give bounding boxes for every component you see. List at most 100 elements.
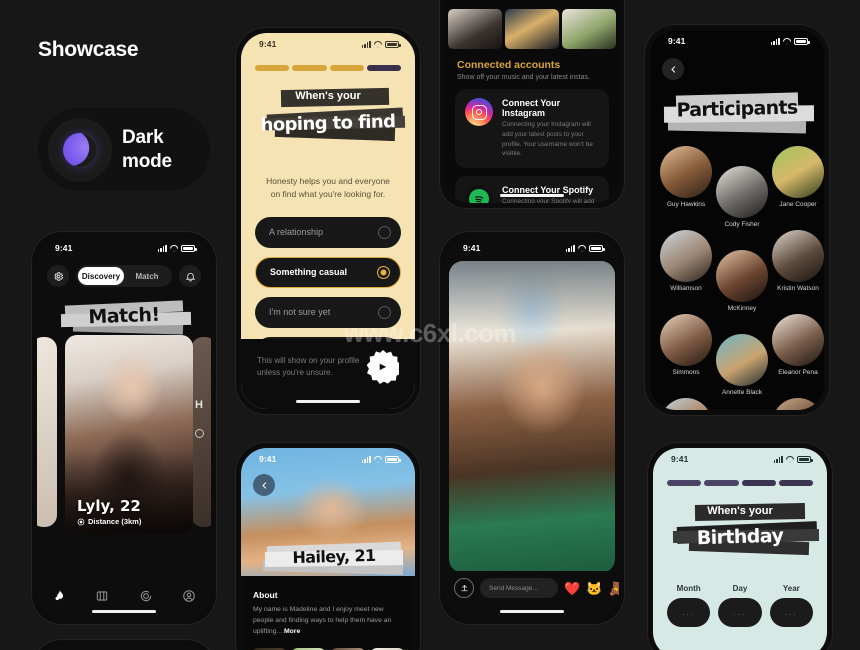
participant-name: Eleanor Pena bbox=[778, 369, 818, 376]
photo-thumb[interactable] bbox=[448, 9, 502, 49]
option-not-sure-yet[interactable]: I'm not sure yet bbox=[255, 296, 401, 328]
status-bar: 9:41 bbox=[241, 448, 415, 470]
cellular-bars-icon bbox=[361, 455, 371, 463]
avatar bbox=[660, 230, 712, 282]
phone-connected-accounts: Connected accounts Show off your music a… bbox=[440, 0, 624, 208]
participant-item[interactable]: Jane Cooper bbox=[772, 146, 824, 228]
back-button[interactable] bbox=[253, 474, 275, 496]
status-time: 9:41 bbox=[259, 39, 277, 49]
participant-name: Guy Hawkins bbox=[666, 201, 706, 208]
about-label: About bbox=[253, 590, 278, 600]
match-tabs[interactable]: Discovery Match bbox=[76, 265, 172, 287]
participant-item[interactable]: Eleanor Pena bbox=[772, 314, 824, 396]
photo-gallery[interactable] bbox=[241, 638, 415, 650]
cellular-bars-icon bbox=[157, 244, 167, 252]
gear-icon[interactable] bbox=[47, 265, 69, 287]
profile-card[interactable]: Lyly, 22 Distance (3km) bbox=[65, 335, 193, 533]
participant-item[interactable]: Cody Fisher bbox=[716, 166, 768, 228]
participant-item[interactable]: Guy Hawkins bbox=[660, 146, 712, 228]
avatar bbox=[772, 146, 824, 198]
participant-name: Jane Cooper bbox=[779, 201, 817, 208]
bottom-nav[interactable] bbox=[37, 581, 211, 619]
battery-full-icon bbox=[385, 40, 401, 48]
participant-item[interactable]: Williamson bbox=[660, 230, 712, 312]
option-something-casual[interactable]: Something casual bbox=[255, 256, 401, 288]
status-time: 9:41 bbox=[671, 454, 689, 464]
field-day[interactable]: Day ... bbox=[718, 584, 762, 627]
participant-name: Kristin Watson bbox=[777, 285, 819, 292]
about-more-link[interactable]: More bbox=[284, 628, 300, 635]
field-month[interactable]: Month ... bbox=[667, 584, 711, 627]
headline-block: When's your Birthday bbox=[653, 502, 827, 570]
dark-mode-toggle[interactable]: Dark mode bbox=[38, 108, 210, 191]
headline-small: When's your bbox=[707, 505, 773, 517]
participant-item[interactable]: McKinney bbox=[716, 250, 768, 312]
tab-discovery[interactable]: Discovery bbox=[78, 267, 124, 285]
cards-icon[interactable] bbox=[95, 589, 109, 603]
dark-mode-label-line2: mode bbox=[122, 150, 172, 172]
section-subtitle: Show off your music and your latest inst… bbox=[457, 74, 590, 81]
send-message-input[interactable]: Send Message... bbox=[480, 578, 558, 598]
participant-item[interactable]: Kristin Watson bbox=[772, 230, 824, 312]
birthday-fields[interactable]: Month ... Day ... Year ... bbox=[653, 584, 827, 627]
participants-headline-block: Participants bbox=[650, 90, 824, 140]
next-card-peek[interactable]: H bbox=[191, 337, 211, 527]
cellular-bars-icon bbox=[770, 37, 780, 45]
participant-item[interactable] bbox=[660, 398, 712, 410]
avatar bbox=[772, 230, 824, 282]
photo-thumb[interactable] bbox=[505, 9, 559, 49]
connect-instagram-card[interactable]: Connect Your Instagram Connecting your I… bbox=[455, 89, 609, 168]
headline-block: When's your hoping to find bbox=[241, 87, 415, 159]
participant-name: Cody Fisher bbox=[724, 221, 760, 228]
about-text: My name is Madeline and I enjoy meet new… bbox=[253, 605, 403, 638]
flame-icon[interactable] bbox=[52, 589, 66, 603]
avatar bbox=[660, 146, 712, 198]
option-a-relationship[interactable]: A relationship bbox=[255, 216, 401, 248]
reaction-heart[interactable]: ❤️ bbox=[564, 582, 580, 595]
profile-hero: 9:41 Hailey, 21 bbox=[241, 448, 415, 576]
progress-bar bbox=[653, 480, 827, 486]
tab-match[interactable]: Match bbox=[124, 267, 170, 285]
battery-full-icon bbox=[797, 455, 813, 463]
bell-icon[interactable] bbox=[179, 265, 201, 287]
story-viewport[interactable]: Anna 12h ago bbox=[449, 261, 615, 573]
instagram-icon bbox=[465, 98, 493, 126]
connect-spotify-card[interactable]: Connect Your Spotify Connecting your Spo… bbox=[455, 176, 609, 203]
participants-grid[interactable]: Guy Hawkins Cody Fisher Jane Cooper Will… bbox=[650, 140, 824, 410]
profile-distance: Distance (3km) bbox=[77, 517, 141, 526]
status-time: 9:41 bbox=[259, 454, 277, 464]
photo-strip[interactable] bbox=[445, 9, 619, 49]
share-up-icon[interactable] bbox=[454, 578, 474, 598]
avatar bbox=[716, 334, 768, 386]
page-title: Showcase bbox=[38, 38, 139, 61]
headline-small: When's your bbox=[295, 90, 361, 102]
status-bar: 9:41 bbox=[37, 237, 211, 259]
month-input[interactable]: ... bbox=[667, 598, 711, 627]
participant-item[interactable]: Annette Black bbox=[716, 334, 768, 396]
cellular-bars-icon bbox=[361, 40, 371, 48]
next-arrow-button[interactable]: ► bbox=[367, 350, 399, 384]
photo-thumb[interactable] bbox=[562, 9, 616, 49]
card-heading: Connect Your Instagram bbox=[502, 98, 561, 118]
home-indicator bbox=[296, 400, 360, 403]
chat-icon[interactable] bbox=[139, 589, 153, 603]
chevron-left-icon bbox=[670, 65, 675, 73]
back-button[interactable] bbox=[662, 58, 684, 80]
reaction-cat[interactable]: 🐱 bbox=[586, 582, 602, 595]
field-label: Year bbox=[782, 584, 800, 593]
field-year[interactable]: Year ... bbox=[769, 584, 813, 627]
spotify-icon bbox=[465, 185, 493, 203]
year-input[interactable]: ... bbox=[769, 598, 813, 627]
participant-item[interactable] bbox=[772, 398, 824, 410]
reaction-bear[interactable]: 🧸 bbox=[608, 582, 619, 595]
card-body: Connecting your Instagram will add your … bbox=[502, 121, 593, 158]
cellular-bars-icon bbox=[773, 455, 783, 463]
profile-icon[interactable] bbox=[182, 589, 196, 603]
radio-icon[interactable] bbox=[378, 305, 391, 319]
option-label: A relationship bbox=[269, 227, 324, 237]
radio-icon[interactable] bbox=[378, 225, 391, 239]
home-indicator bbox=[500, 610, 564, 613]
day-input[interactable]: ... bbox=[718, 598, 762, 627]
participant-item[interactable]: Simmons bbox=[660, 314, 712, 396]
radio-icon-selected[interactable] bbox=[377, 265, 390, 279]
